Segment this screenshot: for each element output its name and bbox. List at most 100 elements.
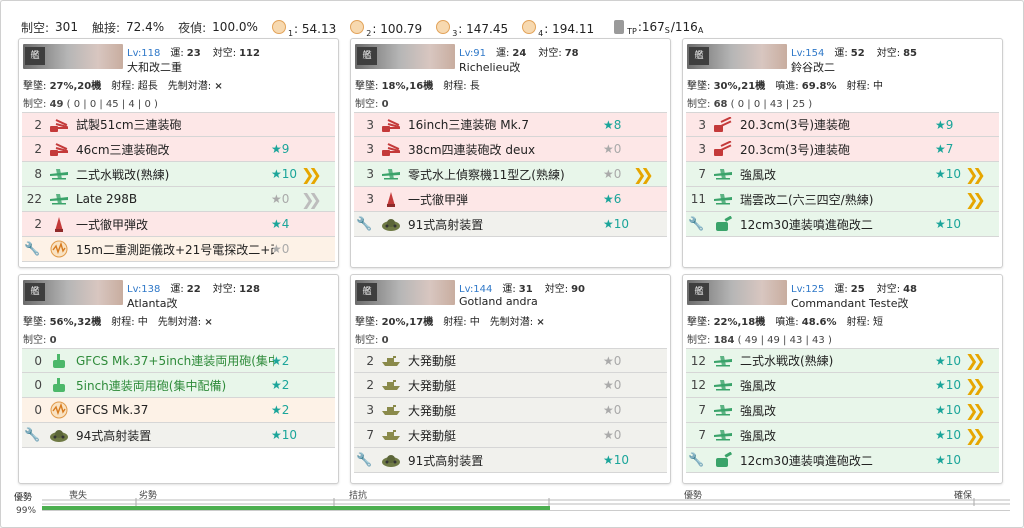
equipment-slot[interactable]: 2 大発動艇 ★0 bbox=[354, 348, 667, 373]
ship-name[interactable]: Atlanta改 bbox=[127, 295, 177, 311]
night-recon-label: 夜偵: bbox=[178, 20, 207, 35]
improvement-level: ★10 bbox=[935, 403, 962, 417]
equipment-slot[interactable]: 🔧 15m二重測距儀改+21号電探改二+改 ★0 bbox=[22, 237, 335, 262]
ship-name[interactable]: 大和改二重 bbox=[127, 59, 182, 75]
equipment-name: 大発動艇 bbox=[408, 403, 457, 418]
proficiency-chevron-icon: ❯❯ bbox=[965, 189, 986, 209]
equipment-name: 20.3cm(3号)連装砲 bbox=[740, 118, 851, 132]
equipment-slot[interactable]: 🔧 91式高射装置 ★10 bbox=[354, 448, 667, 473]
equipment-slot[interactable]: 12 強風改 ★10 ❯❯ bbox=[686, 373, 999, 398]
equipment-slot[interactable]: 2 試製51cm三連装砲 bbox=[22, 112, 335, 137]
ship-class-mark: 艦 bbox=[357, 283, 377, 301]
equipment-name: 強風改 bbox=[740, 378, 777, 393]
slot-count: 3 bbox=[366, 117, 374, 132]
ship-card[interactable]: 艦 Lv:118 運: 23 対空: 112 大和改二重 撃墜: 27%,20機 射程: … bbox=[18, 38, 339, 268]
ship-card[interactable]: 艦 Lv:144 運: 31 対空: 90 Gotland andra 撃墜: 20%,… bbox=[350, 274, 671, 484]
improvement-level: ★2 bbox=[271, 403, 290, 417]
ship-name[interactable]: Richelieu改 bbox=[459, 59, 520, 75]
ship-name[interactable]: Gotland andra bbox=[459, 295, 538, 308]
air-superiority-gauge: 優勢 99% 喪失 劣勢 拮抗 優勢 確保 bbox=[14, 490, 1014, 520]
equipment-slot[interactable]: 7 大発動艇 ★0 bbox=[354, 423, 667, 448]
proficiency-chevron-icon: ❯❯ bbox=[965, 351, 986, 370]
slot-count: 3 bbox=[698, 117, 706, 132]
ship-aa: 90 bbox=[571, 284, 585, 295]
equipment-slot[interactable]: 0 GFCS Mk.37 ★2 bbox=[22, 398, 335, 423]
equipment-slot[interactable]: 8 二式水戦改(熟練) ★10 ❯❯ bbox=[22, 162, 335, 187]
proficiency-chevron-icon: ❯❯ bbox=[965, 425, 986, 445]
improvement-level: ★9 bbox=[271, 142, 290, 156]
range-value: 超長 bbox=[137, 81, 158, 92]
equipment-slot[interactable]: 11 瑞雲改二(六三四空/熟練) ❯❯ bbox=[686, 187, 999, 212]
shootdown-value: 56%,32機 bbox=[49, 317, 102, 328]
equipment-name: 二式水戦改(熟練) bbox=[76, 167, 170, 182]
equipment-slot[interactable]: 🔧 91式高射装置 ★10 bbox=[354, 212, 667, 237]
equipment-slot[interactable]: 🔧 94式高射装置 ★10 bbox=[22, 423, 335, 448]
proficiency-chevron-icon: ❯❯ bbox=[633, 164, 654, 184]
equipment-slot[interactable]: 3 38cm四連装砲改 deux ★0 bbox=[354, 137, 667, 162]
ship-aa: 78 bbox=[564, 48, 579, 59]
slot-count: 7 bbox=[698, 167, 706, 181]
equipment-list: 2 試製51cm三連装砲 2 46cm三連装砲改 ★9 8 二式水戦改(熟練) ★10 ❯❯ 22… bbox=[22, 112, 335, 262]
equipment-name: 大発動艇 bbox=[408, 354, 457, 368]
slot-count: 3 bbox=[698, 142, 706, 156]
ship-card[interactable]: 艦 Lv:138 運: 22 対空: 128 Atlanta改 撃墜: 56%,32機射… bbox=[18, 274, 339, 484]
equipment-name: 20.3cm(3号)連装砲 bbox=[740, 142, 851, 157]
equipment-slot[interactable]: 2 一式徹甲弾改 ★4 bbox=[22, 212, 335, 237]
ship-card[interactable]: 艦 Lv:125 運: 25 対空: 48 Commandant Teste改 撃墜: … bbox=[682, 274, 1003, 484]
equipment-slot[interactable]: 22 Late 298B ★0 ❯❯ bbox=[22, 187, 335, 212]
equipment-name: 16inch三連装砲 Mk.7 bbox=[408, 118, 529, 132]
improvement-level: ★0 bbox=[603, 142, 622, 156]
landing-craft-icon bbox=[380, 352, 402, 370]
equipment-name: 94式高射装置 bbox=[76, 428, 152, 443]
shootdown-value: 22%,18機 bbox=[713, 317, 766, 328]
night-recon-value: 100.0% bbox=[212, 20, 258, 34]
equipment-slot[interactable]: 0 5inch連装両用砲(集中配備) ★2 bbox=[22, 373, 335, 398]
slot-count: 12 bbox=[690, 353, 706, 368]
equipment-slot[interactable]: 0 GFCS Mk.37+5inch連装両用砲(集中配備)★2 bbox=[22, 348, 335, 373]
equipment-slot[interactable]: 3 20.3cm(3号)連装砲 ★9 bbox=[686, 112, 999, 137]
slot-count: 2 bbox=[34, 217, 42, 231]
equipment-slot[interactable]: 7 強風改 ★10 ❯❯ bbox=[686, 162, 999, 187]
radar-icon bbox=[48, 401, 70, 419]
ship-name[interactable]: 鈴谷改二 bbox=[791, 59, 835, 75]
equipment-list: 2 大発動艇 ★0 2 大発動艇 ★0 3 大発動艇 ★0 7 大発動艇 ★0 🔧 91式高射装置 ★10 bbox=[354, 348, 667, 473]
ship-class-mark: 艦 bbox=[25, 47, 45, 65]
ship-level: Lv:144 bbox=[459, 284, 493, 295]
aa-rocket-icon bbox=[712, 215, 734, 233]
drum-icon bbox=[614, 20, 625, 34]
ship-name[interactable]: Commandant Teste改 bbox=[791, 295, 909, 311]
wrench-icon: 🔧 bbox=[688, 216, 705, 232]
ship-level: Lv:118 bbox=[127, 48, 161, 59]
wrench-icon: 🔧 bbox=[688, 452, 705, 468]
equipment-slot[interactable]: 7 強風改 ★10 ❯❯ bbox=[686, 398, 999, 423]
slot-count: 11 bbox=[690, 192, 706, 206]
air-base-1: 1: 54.13 bbox=[271, 19, 350, 38]
equipment-slot[interactable]: 3 20.3cm(3号)連装砲 ★7 bbox=[686, 137, 999, 162]
ship-card[interactable]: 艦 Lv:91 運: 24 対空: 78 Richelieu改 撃墜: 18%,16機射… bbox=[350, 38, 671, 268]
equipment-name: GFCS Mk.37+5inch連装両用砲(集中配備) bbox=[76, 354, 274, 368]
equipment-slot[interactable]: 3 一式徹甲弾 ★6 bbox=[354, 187, 667, 212]
equipment-slot[interactable]: 3 16inch三連装砲 Mk.7 ★8 bbox=[354, 112, 667, 137]
equipment-slot[interactable]: 2 大発動艇 ★0 bbox=[354, 373, 667, 398]
equipment-slot[interactable]: 12 二式水戦改(熟練) ★10 ❯❯ bbox=[686, 348, 999, 373]
proficiency-chevron-icon: ❯❯ bbox=[965, 400, 986, 420]
ship-luck: 22 bbox=[186, 284, 201, 295]
equipment-slot[interactable]: 🔧 12cm30連装噴進砲改二 ★10 bbox=[686, 212, 999, 237]
ship-card[interactable]: 艦 Lv:154 運: 52 対空: 85 鈴谷改二 撃墜: 30%,21機 噴進: 69… bbox=[682, 38, 1003, 268]
fighter-power-value: 68 bbox=[713, 99, 728, 110]
equipment-slot[interactable]: 2 46cm三連装砲改 ★9 bbox=[22, 137, 335, 162]
fighter-power-value: 49 bbox=[49, 99, 64, 110]
aa-director-icon bbox=[48, 426, 70, 444]
equipment-slot[interactable]: 🔧 12cm30連装噴進砲改二 ★10 bbox=[686, 448, 999, 473]
equipment-slot[interactable]: 7 強風改 ★10 ❯❯ bbox=[686, 423, 999, 448]
slot-count: 2 bbox=[34, 117, 42, 132]
range-value: 中 bbox=[469, 317, 480, 328]
seiku-label: 制空: bbox=[21, 20, 50, 35]
ap-shell-icon bbox=[380, 190, 402, 208]
slot-count: 7 bbox=[366, 428, 374, 442]
range-value: 短 bbox=[873, 317, 884, 328]
oasw-value: × bbox=[214, 81, 223, 92]
ship-aa: 48 bbox=[903, 284, 917, 295]
equipment-slot[interactable]: 3 零式水上偵察機11型乙(熟練) ★0 ❯❯ bbox=[354, 162, 667, 187]
equipment-slot[interactable]: 3 大発動艇 ★0 bbox=[354, 398, 667, 423]
